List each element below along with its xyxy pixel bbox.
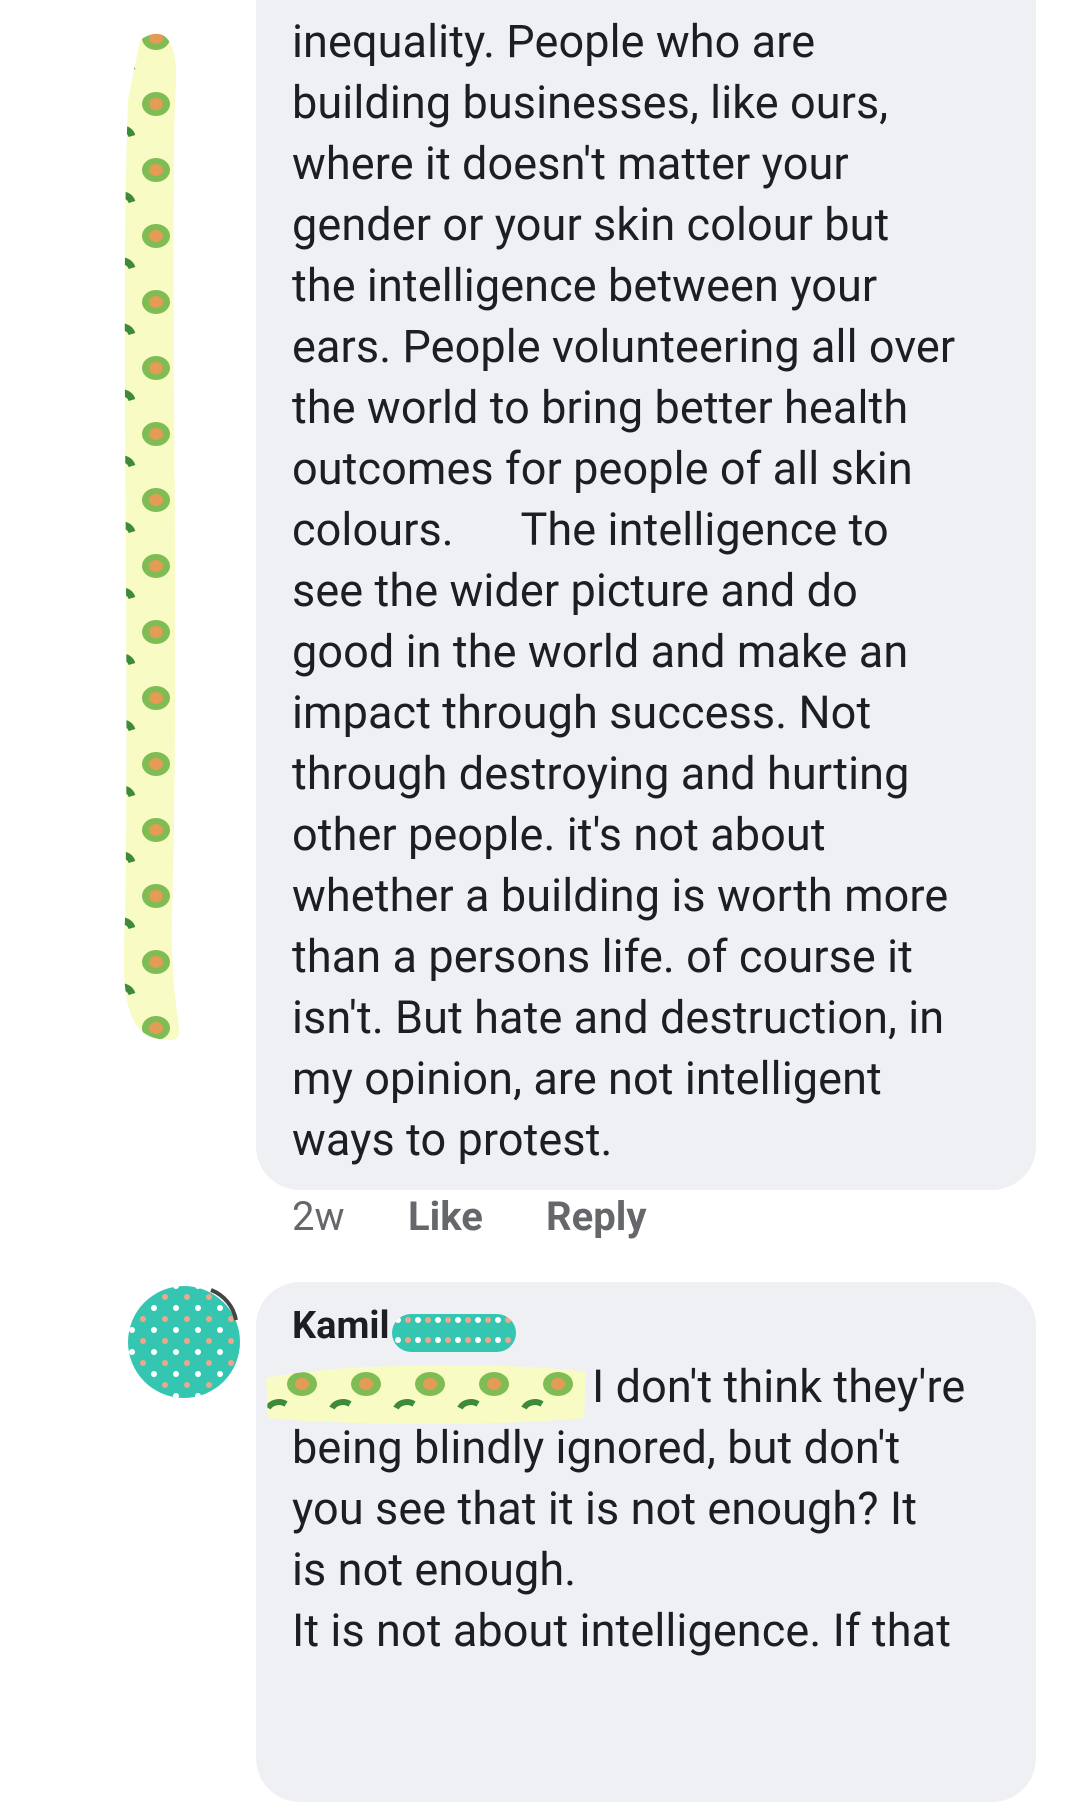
avatar[interactable]	[126, 1280, 242, 1404]
comment-line: the intelligence between your	[292, 259, 878, 312]
comment-line: the world to bring better health	[292, 381, 909, 434]
comment-line: colours. The intelligence to	[292, 503, 889, 556]
comment-line: outcomes for people of all skin	[292, 442, 913, 495]
comment-line: ways to protest.	[292, 1113, 613, 1166]
comment-line: good in the world and make an	[292, 625, 909, 678]
vertical-redaction-mark	[123, 33, 179, 1041]
comment-line: where it doesn't matter your	[292, 137, 849, 190]
author-redaction-mark	[392, 1314, 516, 1352]
comment-text: inequality. People who are building busi…	[292, 11, 1032, 1170]
comment-line: other people. it's not about	[292, 808, 826, 861]
comment-line: impact through success. Not	[292, 686, 872, 739]
comment-line: through destroying and hurting	[292, 747, 910, 800]
reply-button[interactable]: Reply	[546, 1192, 646, 1242]
comment-line: see the wider picture and do	[292, 564, 858, 617]
comment-line: I don't think they're	[592, 1360, 966, 1413]
comment-line: my opinion, are not intelligent	[292, 1052, 882, 1105]
comment-author-name[interactable]: Kamil	[292, 1300, 390, 1352]
reply-comment-text: I don't think they're being blindly igno…	[292, 1356, 1032, 1661]
comment-line: you see that it is not enough? It	[292, 1482, 918, 1535]
comment-line: inequality. People who are	[292, 15, 816, 68]
comment-line: is not enough.	[292, 1543, 577, 1596]
comment-line: gender or your skin colour but	[292, 198, 890, 251]
like-button[interactable]: Like	[408, 1192, 483, 1242]
comment-line: It is not about intelligence. If that	[292, 1604, 952, 1657]
comment-timestamp[interactable]: 2w	[292, 1192, 345, 1242]
comment-line: isn't. But hate and destruction, in	[292, 991, 945, 1044]
comment-line: than a persons life. of course it	[292, 930, 913, 983]
comment-line: ears. People volunteering all over	[292, 320, 956, 373]
comment-line: being blindly ignored, but don't	[292, 1421, 901, 1474]
comment-line: whether a building is worth more	[292, 869, 949, 922]
comment-line: building businesses, like ours,	[292, 76, 889, 129]
